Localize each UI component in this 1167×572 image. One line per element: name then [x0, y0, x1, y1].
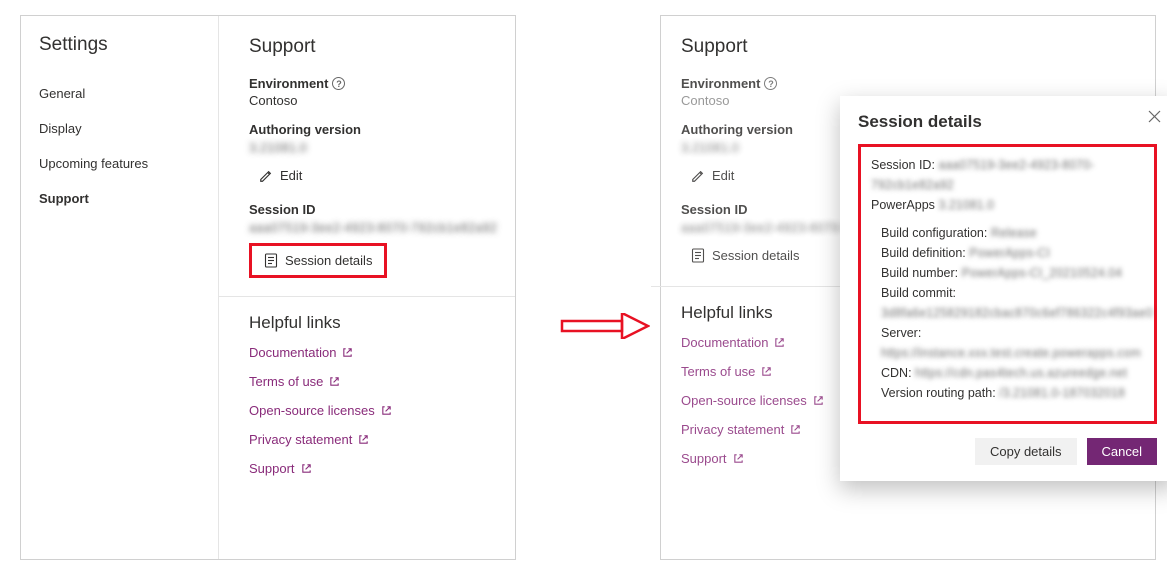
dlg-build-num-value: PowerApps-CI_20210524.04: [962, 266, 1123, 280]
session-details-button[interactable]: Session details: [254, 248, 382, 273]
dlg-build-def-value: PowerApps-CI: [969, 246, 1050, 260]
sidebar-item-general[interactable]: General: [21, 76, 218, 111]
dlg-server-label: Server:: [881, 326, 921, 340]
session-details-wrap: Session details: [681, 243, 809, 268]
dlg-build-config-label: Build configuration:: [881, 226, 987, 240]
pencil-icon: [691, 169, 705, 183]
session-details-button[interactable]: Session details: [681, 243, 809, 268]
environment-label: Environment ?: [681, 76, 1137, 91]
link-privacy-statement[interactable]: Privacy statement: [249, 432, 497, 447]
link-documentation[interactable]: Documentation: [249, 345, 497, 360]
external-link-icon: [301, 463, 312, 474]
authoring-version-label: Authoring version: [249, 122, 497, 137]
close-icon: [1148, 110, 1161, 123]
copy-details-button[interactable]: Copy details: [975, 438, 1077, 465]
help-icon[interactable]: ?: [764, 77, 777, 90]
details-icon: [691, 248, 705, 263]
session-id-label: Session ID: [249, 202, 497, 217]
external-link-icon: [381, 405, 392, 416]
dlg-powerapps-value: 3.21081.0: [938, 198, 994, 212]
dlg-powerapps-label: PowerApps: [871, 198, 935, 212]
settings-panel-after: Support Environment ? Contoso Authoring …: [660, 15, 1156, 560]
sidebar-item-display[interactable]: Display: [21, 111, 218, 146]
external-link-icon: [813, 395, 824, 406]
help-icon[interactable]: ?: [332, 77, 345, 90]
support-heading: Support: [249, 36, 497, 58]
sidebar-item-support[interactable]: Support: [21, 181, 218, 216]
dlg-session-id-label: Session ID:: [871, 158, 935, 172]
external-link-icon: [761, 366, 772, 377]
support-content: Support Environment ? Contoso Authoring …: [219, 16, 515, 508]
external-link-icon: [358, 434, 369, 445]
session-details-dialog: Session details Session ID: aaa07519-3ee…: [840, 96, 1167, 481]
link-terms-of-use[interactable]: Terms of use: [249, 374, 497, 389]
dlg-server-value: https://instance.xxx.test.create.powerap…: [881, 346, 1141, 360]
cancel-button[interactable]: Cancel: [1087, 438, 1157, 465]
environment-label: Environment ?: [249, 76, 497, 91]
close-button[interactable]: [1148, 110, 1161, 126]
settings-panel-before: Settings General Display Upcoming featur…: [20, 15, 516, 560]
pencil-icon: [259, 169, 273, 183]
link-support[interactable]: Support: [249, 461, 497, 476]
dlg-build-commit-value: 3d8fa6e125829182cbac870c6ef786322c4f93ae…: [881, 306, 1153, 320]
dialog-footer: Copy details Cancel: [858, 438, 1157, 465]
sidebar-item-upcoming-features[interactable]: Upcoming features: [21, 146, 218, 181]
section-divider: [219, 296, 515, 297]
edit-button[interactable]: Edit: [249, 163, 312, 188]
dlg-version-path-label: Version routing path:: [881, 386, 996, 400]
session-id-value: aaa07519-3ee2-4923-8070-792cb1e82a92: [249, 220, 497, 235]
dialog-title: Session details: [858, 112, 1157, 132]
external-link-icon: [329, 376, 340, 387]
dlg-build-def-label: Build definition:: [881, 246, 966, 260]
session-details-highlight: Session details: [249, 243, 387, 278]
dlg-cdn-value: https://cdn.pas4tech.us.azureedge.net: [915, 366, 1127, 380]
dlg-build-config-value: Release: [991, 226, 1037, 240]
dlg-version-path-value: /3.21081.0-187032018: [999, 386, 1125, 400]
dlg-build-commit-label: Build commit:: [881, 286, 956, 300]
link-open-source-licenses[interactable]: Open-source licenses: [249, 403, 497, 418]
helpful-links-heading: Helpful links: [249, 313, 497, 333]
external-link-icon: [733, 453, 744, 464]
external-link-icon: [790, 424, 801, 435]
support-heading: Support: [681, 36, 1137, 58]
settings-title: Settings: [21, 22, 218, 76]
external-link-icon: [342, 347, 353, 358]
edit-button[interactable]: Edit: [681, 163, 744, 188]
dlg-cdn-label: CDN:: [881, 366, 912, 380]
details-icon: [264, 253, 278, 268]
environment-value: Contoso: [249, 93, 497, 108]
authoring-version-value: 3.21081.0: [249, 140, 497, 155]
external-link-icon: [774, 337, 785, 348]
dialog-body: Session ID: aaa07519-3ee2-4923-8070-792c…: [858, 144, 1157, 424]
settings-sidebar: Settings General Display Upcoming featur…: [21, 16, 219, 559]
arrow-icon: [560, 313, 650, 339]
dlg-build-num-label: Build number:: [881, 266, 958, 280]
